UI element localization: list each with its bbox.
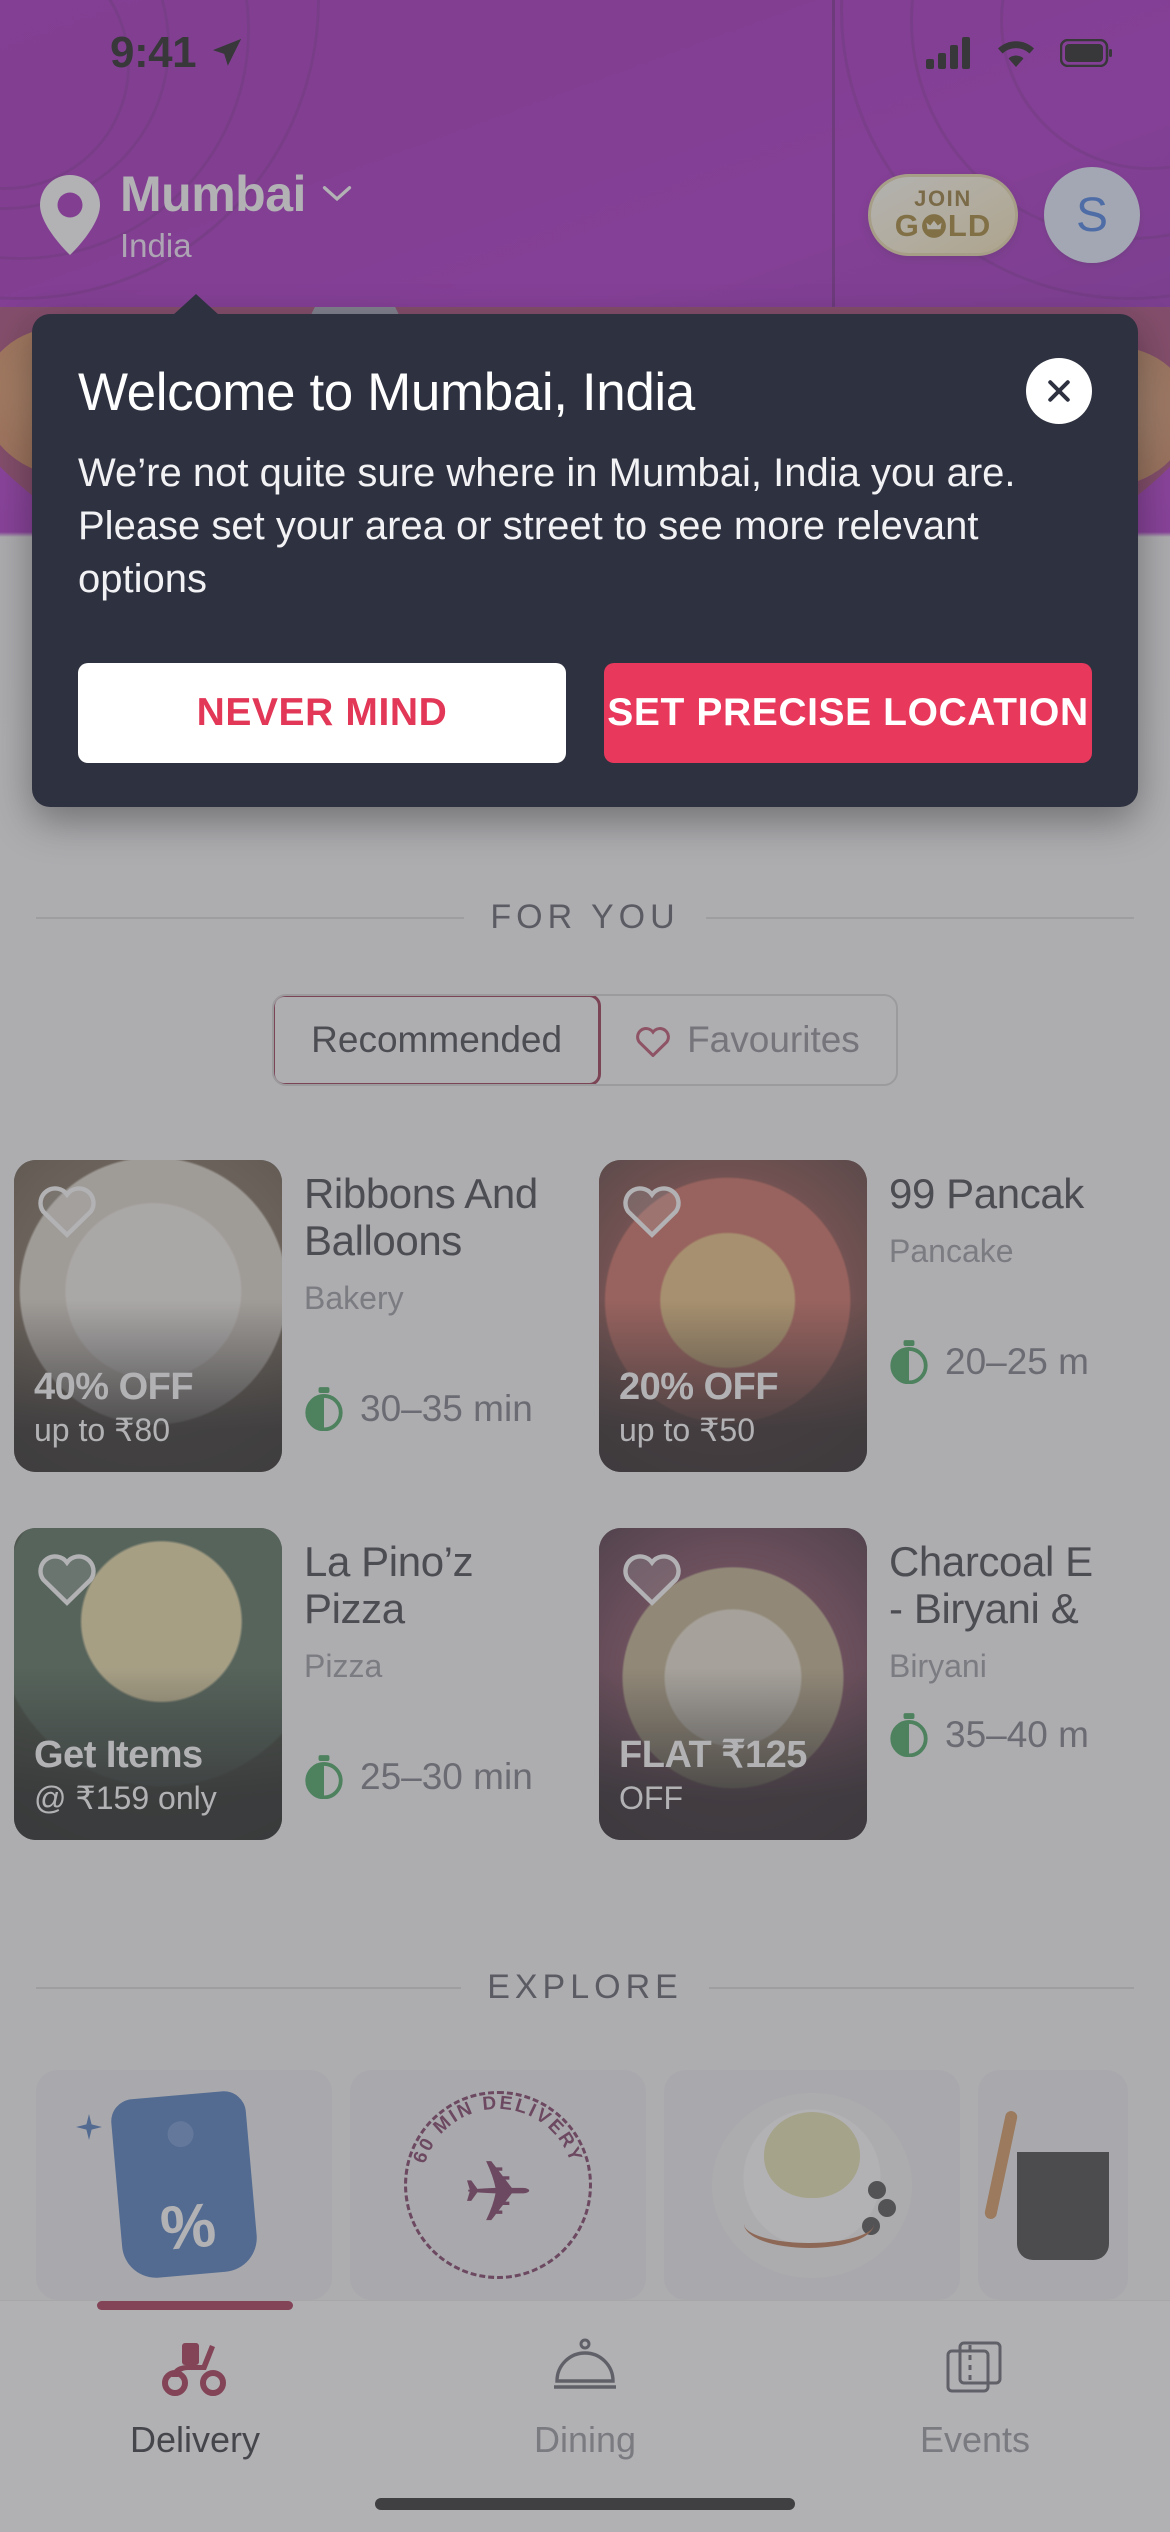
never-mind-button[interactable]: NEVER MIND [78,662,566,763]
set-precise-location-button[interactable]: SET PRECISE LOCATION [604,662,1092,763]
modal-actions: NEVER MIND SET PRECISE LOCATION [78,662,1092,763]
modal-title: Welcome to Mumbai, India [78,363,695,422]
location-prompt-modal: Welcome to Mumbai, India We’re not quite… [32,294,1138,807]
modal-body: We’re not quite sure where in Mumbai, In… [78,451,1016,602]
close-icon[interactable] [1026,358,1092,424]
